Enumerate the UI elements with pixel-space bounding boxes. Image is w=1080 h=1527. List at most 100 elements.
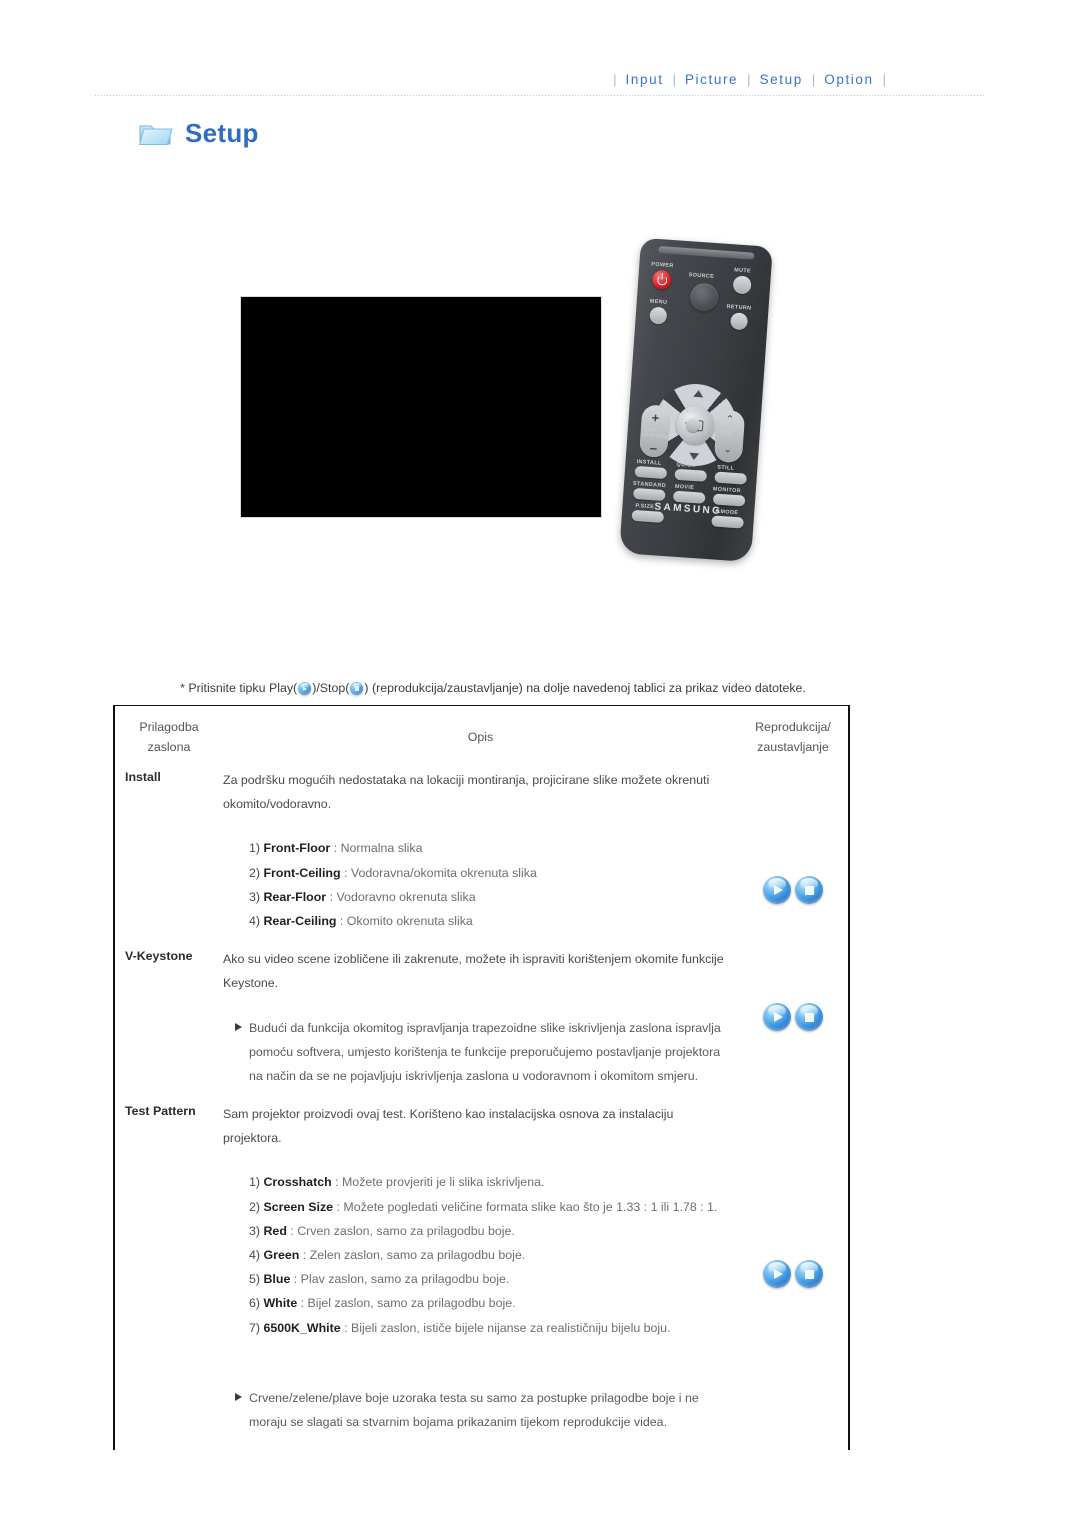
nav-item-input[interactable]: Input xyxy=(626,72,664,87)
nav-separator: | xyxy=(882,72,886,87)
remote-label-mute: MUTE xyxy=(733,267,752,275)
item-text: Plav zaslon, samo za prilagodbu boje. xyxy=(300,1272,510,1287)
bullet-triangle-icon xyxy=(235,1022,242,1031)
remote-label-power: POWER xyxy=(651,261,674,270)
item-term: Red xyxy=(263,1223,287,1238)
item-number: 1) xyxy=(249,841,261,856)
table-header-adjustment: Prilagodba zaslona xyxy=(115,717,223,758)
page-title: Setup xyxy=(185,118,259,148)
item-text: Normalna slika xyxy=(340,841,423,856)
nav-separator: | xyxy=(811,72,816,87)
play-button[interactable] xyxy=(763,1260,791,1289)
item-text: Bijel zaslon, samo za prilagodbu boje. xyxy=(307,1296,516,1311)
nav-separator: | xyxy=(747,72,751,87)
row-spacer xyxy=(115,933,848,947)
row-label-testpattern: Test Pattern xyxy=(125,1104,196,1119)
bullet-text: Budući da funkcija okomitog ispravljanja… xyxy=(249,1020,721,1083)
table-header-row: Prilagodba zaslona Opis Reprodukcija/ za… xyxy=(115,706,848,768)
remote-quick-button[interactable] xyxy=(674,468,708,482)
item-number: 3) xyxy=(249,889,261,904)
remote-movie-button[interactable] xyxy=(672,490,706,504)
remote-label-source: SOURCE xyxy=(688,272,715,280)
item-colon: : xyxy=(340,865,351,880)
header-col3-line2: zaustavljanje xyxy=(757,740,829,754)
remote-return-button[interactable] xyxy=(730,312,749,331)
remote-label-minus: − xyxy=(648,440,658,457)
play-button[interactable] xyxy=(763,876,791,904)
table-row: Test Pattern Sam projektor proizvodi ova… xyxy=(115,1102,848,1434)
item-text: Možete pogledati veličine formata slike … xyxy=(343,1199,718,1214)
list-item: 7) 6500K_White : Bijeli zaslon, ističe b… xyxy=(249,1316,726,1340)
row-lead-text: Za podršku mogućih nedostataka na lokaci… xyxy=(223,773,710,812)
remote-install-button[interactable] xyxy=(634,465,668,480)
remote-body: POWER SOURCE MUTE MENU RETURN + STILL KE… xyxy=(619,237,773,563)
row-description-vkeystone: Ako su video scene izobličene ili zakren… xyxy=(223,947,738,1088)
chevron-up-icon[interactable]: ⌃ xyxy=(725,414,734,426)
list-item: 4) Green : Zelen zaslon, samo za prilago… xyxy=(249,1243,726,1267)
item-colon: : xyxy=(331,1175,342,1190)
list-item: 1) Crosshatch : Možete provjeriti je li … xyxy=(249,1170,726,1194)
row-label-vkeystone: V-Keystone xyxy=(125,949,193,964)
remote-label-still: STILL xyxy=(643,426,659,433)
list-item: 3) Rear-Floor : Vodoravno okrenuta slika xyxy=(249,885,726,909)
remote-label-menu: MENU xyxy=(649,298,668,306)
list-item: 2) Screen Size : Možete pogledati veliči… xyxy=(249,1195,726,1219)
remote-label-plus: + xyxy=(651,409,660,426)
item-text: Vodoravno okrenuta slika xyxy=(336,889,476,904)
note-suffix: ) (reprodukcija/zaustavljanje) na dolje … xyxy=(364,681,806,695)
item-term: White xyxy=(263,1296,298,1311)
row-description-install: Za podršku mogućih nedostataka na lokaci… xyxy=(223,768,738,933)
remote-label-still-btn: STILL xyxy=(717,464,735,472)
item-colon: : xyxy=(326,889,337,904)
row-item-list: 1) Front-Floor : Normalna slika 2) Front… xyxy=(223,836,726,933)
bullet-triangle-icon xyxy=(235,1392,242,1401)
folder-icon xyxy=(138,119,174,149)
item-term: Green xyxy=(263,1248,300,1262)
table-row: Install Za podršku mogućih nedostataka n… xyxy=(115,768,848,933)
nav-item-option[interactable]: Option xyxy=(824,72,873,87)
arrow-up-icon[interactable] xyxy=(693,389,704,398)
stop-icon-inline xyxy=(350,682,364,695)
list-item: 1) Front-Floor : Normalna slika xyxy=(249,836,726,860)
arrow-down-icon[interactable] xyxy=(688,452,700,461)
item-number: 2) xyxy=(249,1199,261,1214)
stop-button[interactable] xyxy=(795,876,823,904)
nav-separator: | xyxy=(613,72,617,87)
remote-standard-button[interactable] xyxy=(632,487,666,502)
item-number: 2) xyxy=(249,865,261,880)
row-item-list: 1) Crosshatch : Možete provjeriti je li … xyxy=(223,1170,726,1339)
item-text: Zelen zaslon, samo za prilagodbu boje. xyxy=(309,1248,526,1262)
osd-screenshot xyxy=(240,296,602,518)
remote-mute-button[interactable] xyxy=(732,275,752,295)
remote-source-button[interactable] xyxy=(689,282,720,313)
header-col3-line1: Reprodukcija/ xyxy=(755,719,831,734)
nav-item-picture[interactable]: Picture xyxy=(685,72,738,87)
item-colon: : xyxy=(299,1248,310,1262)
table-row: V-Keystone Ako su video scene izobličene… xyxy=(115,947,848,1088)
item-term: Crosshatch xyxy=(263,1175,332,1190)
remote-label-return: RETURN xyxy=(726,303,752,312)
play-button[interactable] xyxy=(763,1003,791,1032)
stop-button[interactable] xyxy=(795,1260,823,1289)
row-description-testpattern: Sam projektor proizvodi ovaj test. Koriš… xyxy=(223,1102,738,1434)
item-term: Rear-Floor xyxy=(263,889,327,904)
stop-button[interactable] xyxy=(795,1003,823,1032)
item-number: 4) xyxy=(249,1248,261,1262)
item-colon: : xyxy=(297,1296,308,1311)
item-text: Okomito okrenuta slika xyxy=(346,913,473,928)
item-number: 6) xyxy=(249,1296,261,1311)
nav-item-setup[interactable]: Setup xyxy=(760,72,803,87)
remote-monitor-button[interactable] xyxy=(712,493,746,507)
item-term: Front-Floor xyxy=(263,841,331,856)
bullet-text: Crvene/zelene/plave boje uzoraka testa s… xyxy=(249,1390,699,1429)
top-navigation: | Input | Picture | Setup | Option | xyxy=(604,72,895,87)
remote-label-exit: EXIT xyxy=(685,408,700,416)
item-colon: : xyxy=(286,1223,298,1238)
item-colon: : xyxy=(333,1199,344,1214)
remote-power-button[interactable] xyxy=(651,269,672,290)
remote-menu-button[interactable] xyxy=(649,306,668,325)
row-lead-text: Ako su video scene izobličene ili zakren… xyxy=(223,952,724,991)
remote-still-button[interactable] xyxy=(714,471,747,485)
chevron-down-icon[interactable]: ⌄ xyxy=(723,444,732,456)
list-item: 6) White : Bijel zaslon, samo za prilago… xyxy=(249,1291,726,1315)
